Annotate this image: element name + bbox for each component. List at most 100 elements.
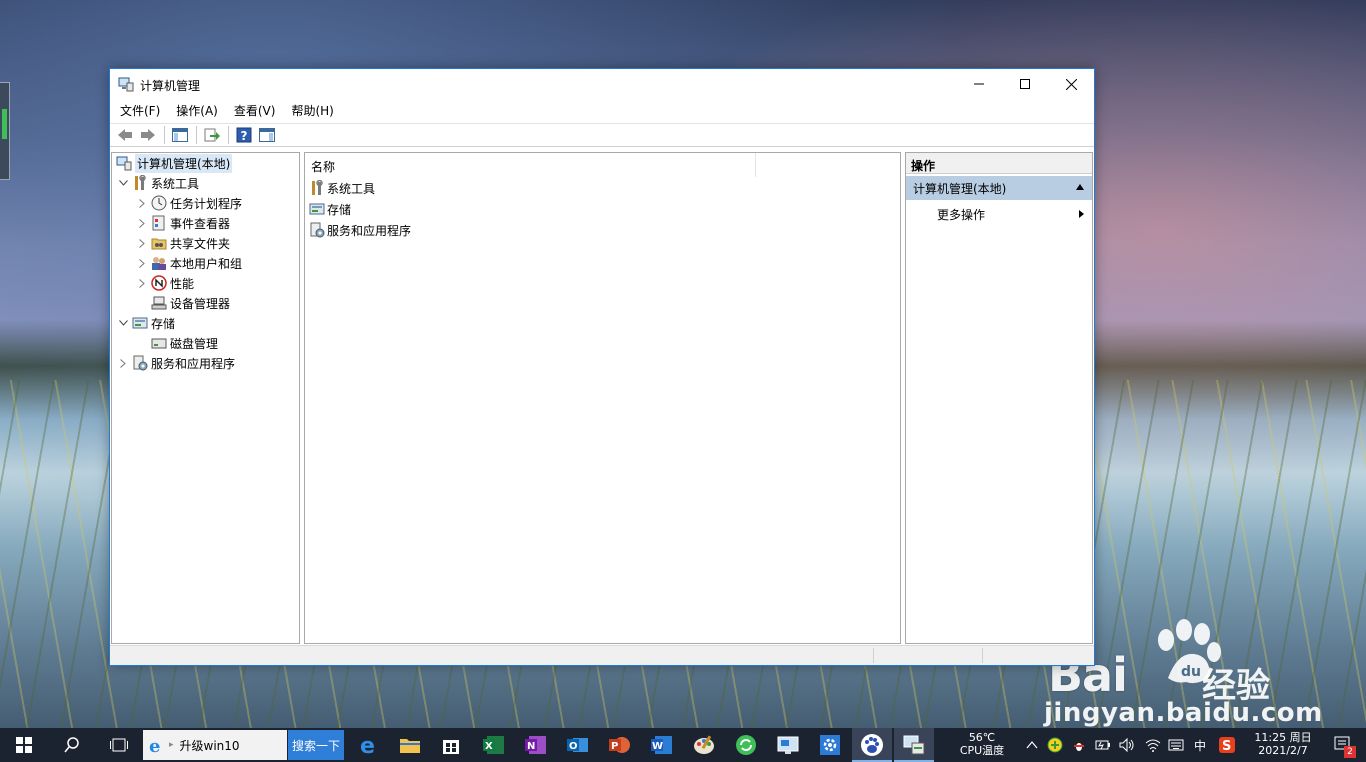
power-status-button[interactable] — [1092, 728, 1114, 762]
tree-item-disk-management[interactable]: 磁盘管理 — [151, 333, 218, 353]
ime-label: 中 — [1193, 738, 1206, 753]
maximize-button[interactable] — [1002, 69, 1048, 99]
show-hide-console-tree-button[interactable] — [169, 125, 191, 145]
list-item-system-tools[interactable]: 系统工具 — [309, 178, 375, 198]
minimize-button[interactable] — [956, 69, 1002, 99]
outlook-app[interactable]: O — [558, 728, 598, 762]
store-app[interactable] — [431, 728, 471, 762]
network-button[interactable] — [1142, 728, 1164, 762]
shared-folder-icon — [151, 238, 167, 250]
computer-management-icon — [903, 735, 925, 755]
tree-item-event-viewer[interactable]: 事件查看器 — [137, 213, 230, 233]
status-divider — [982, 648, 983, 663]
tree-item-root[interactable]: 计算机管理(本地) — [116, 153, 233, 173]
chevron-right-icon[interactable] — [137, 198, 147, 208]
desktop-gadget — [0, 82, 10, 180]
cpu-temperature[interactable]: 56℃ CPU温度 — [950, 731, 1014, 757]
edge-icon: e — [360, 734, 375, 756]
svg-text:?: ? — [241, 129, 248, 143]
volume-button[interactable] — [1116, 728, 1138, 762]
task-view-button[interactable] — [99, 728, 139, 762]
more-actions-label: 更多操作 — [937, 207, 986, 222]
menu-action[interactable]: 操作(A) — [170, 102, 224, 119]
tree-item-system-tools[interactable]: 系统工具 — [118, 173, 199, 193]
more-actions-item[interactable]: 更多操作 — [937, 205, 1092, 223]
clock[interactable]: 11:25 周日 2021/2/7 — [1246, 731, 1320, 757]
title-bar[interactable]: 计算机管理 — [110, 69, 1094, 99]
actions-section-header[interactable]: 计算机管理(本地) — [906, 176, 1092, 200]
toolbar-separator — [196, 126, 197, 144]
help-icon: ? — [236, 127, 252, 143]
export-list-button[interactable] — [201, 125, 223, 145]
tray-app-qq[interactable] — [1068, 728, 1090, 762]
remote-desktop-app[interactable] — [768, 728, 808, 762]
chevron-down-icon[interactable] — [118, 318, 128, 328]
tray-app-green[interactable] — [1044, 728, 1066, 762]
forward-button[interactable] — [137, 125, 159, 145]
tree-item-device-manager[interactable]: 设备管理器 — [151, 293, 230, 313]
back-button[interactable] — [114, 125, 136, 145]
tree-item-storage[interactable]: 存储 — [118, 313, 175, 333]
monitor-icon — [777, 736, 799, 754]
help-button[interactable]: ? — [233, 125, 255, 145]
menu-help[interactable]: 帮助(H) — [285, 102, 339, 119]
computer-management-app[interactable] — [894, 728, 934, 762]
column-header-name[interactable]: 名称 — [311, 158, 335, 175]
paint-app[interactable] — [684, 728, 724, 762]
chevron-right-icon[interactable] — [118, 358, 128, 368]
action-pane-icon — [259, 128, 275, 142]
powerpoint-app[interactable]: P — [600, 728, 640, 762]
submenu-arrow-icon — [1079, 210, 1084, 218]
svg-text:O: O — [569, 741, 578, 752]
users-icon — [152, 257, 166, 270]
onenote-app[interactable]: N — [516, 728, 556, 762]
svg-text:N: N — [527, 741, 535, 752]
menu-file[interactable]: 文件(F) — [114, 102, 166, 119]
folder-icon — [400, 739, 420, 753]
collapse-up-icon[interactable] — [1076, 184, 1084, 190]
notification-center-button[interactable]: 2 — [1326, 728, 1362, 762]
chevron-right-icon[interactable] — [137, 278, 147, 288]
start-button[interactable] — [4, 728, 44, 762]
svg-text:P: P — [611, 741, 618, 752]
tree-item-shared-folders[interactable]: 共享文件夹 — [137, 233, 230, 253]
clock-time: 11:25 周日 — [1254, 731, 1312, 744]
chevron-right-icon[interactable] — [137, 258, 147, 268]
column-divider[interactable] — [755, 153, 756, 177]
tree-label: 事件查看器 — [170, 216, 231, 231]
show-hide-action-pane-button[interactable] — [256, 125, 278, 145]
list-item-label: 系统工具 — [327, 181, 376, 196]
browser-search-box[interactable]: e ▸ 升级win10 — [143, 730, 287, 760]
file-explorer-app[interactable] — [390, 728, 430, 762]
status-bar — [110, 645, 1094, 665]
show-hidden-icons-button[interactable] — [1022, 728, 1042, 762]
chevron-right-icon[interactable] — [137, 238, 147, 248]
svg-text:W: W — [652, 741, 663, 752]
edge-app[interactable]: e — [349, 728, 389, 762]
tree-item-services-apps[interactable]: 服务和应用程序 — [118, 353, 235, 373]
tree-label: 性能 — [170, 276, 195, 291]
excel-app[interactable]: X — [474, 728, 514, 762]
word-app[interactable]: W — [642, 728, 682, 762]
update-app[interactable] — [726, 728, 766, 762]
svg-text:e: e — [149, 736, 160, 754]
close-button[interactable] — [1048, 69, 1094, 99]
tree-item-task-scheduler[interactable]: 任务计划程序 — [137, 193, 242, 213]
list-item-storage[interactable]: 存储 — [309, 199, 351, 219]
chevron-right-icon[interactable] — [137, 218, 147, 228]
keyboard-button[interactable] — [1165, 728, 1187, 762]
svg-text:X: X — [485, 741, 493, 752]
tree-item-local-users[interactable]: 本地用户和组 — [137, 253, 242, 273]
baidu-app[interactable] — [852, 728, 892, 762]
menu-view[interactable]: 查看(V) — [228, 102, 282, 119]
input-method-button[interactable]: 中 — [1188, 728, 1212, 762]
sogou-ime-button[interactable]: S — [1214, 728, 1240, 762]
tree-item-performance[interactable]: 性能 — [137, 273, 194, 293]
settings-app[interactable] — [810, 728, 850, 762]
search-submit-button[interactable]: 搜索一下 — [288, 730, 344, 760]
search-button[interactable] — [52, 728, 92, 762]
chevron-down-icon[interactable] — [118, 178, 128, 188]
actions-pane: 操作 计算机管理(本地) 更多操作 — [905, 152, 1093, 644]
list-item-services-apps[interactable]: 服务和应用程序 — [309, 220, 411, 240]
tree-label: 计算机管理(本地) — [135, 153, 233, 173]
